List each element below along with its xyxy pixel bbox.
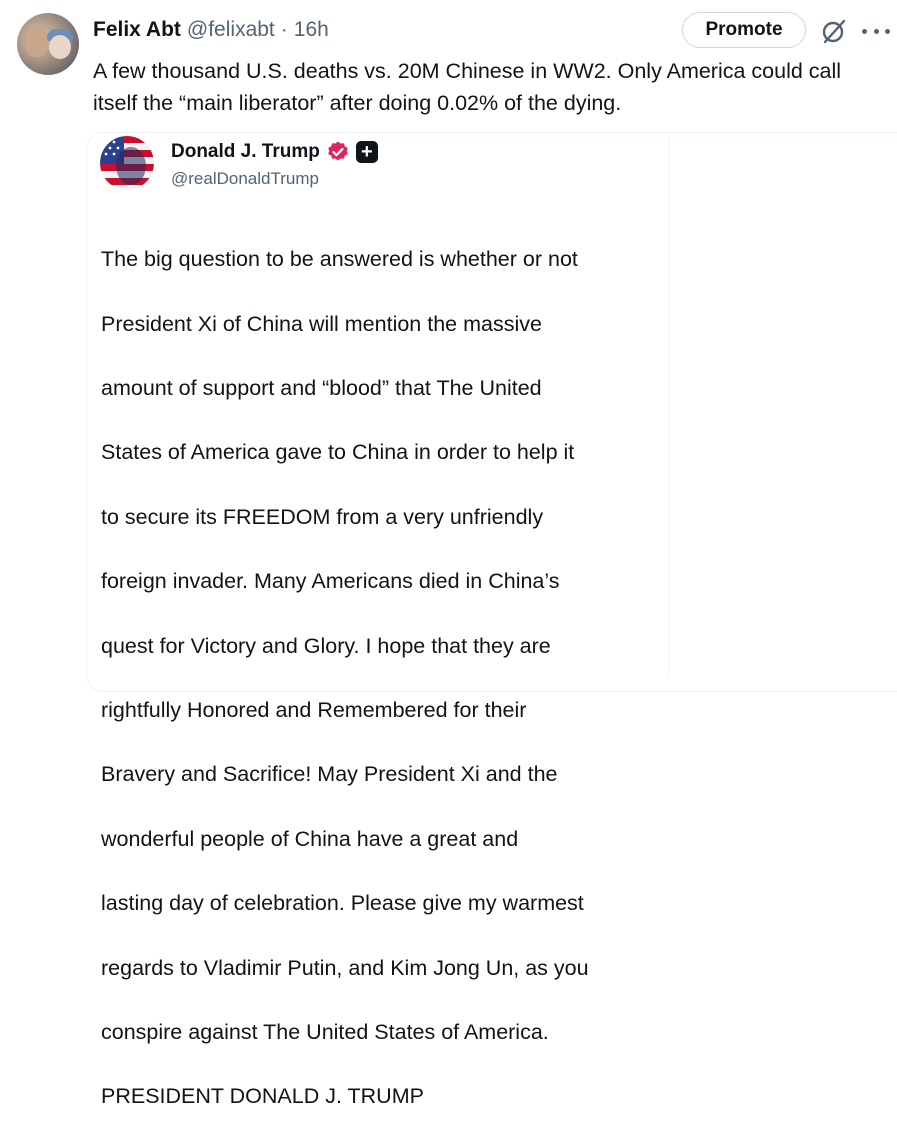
quoted-text-line: rightfully Honored and Remembered for th…	[101, 698, 527, 723]
quoted-text-line: PRESIDENT DONALD J. TRUMP	[101, 1084, 424, 1109]
quoted-author-handle: @realDonaldTrump	[171, 169, 319, 188]
author-handle[interactable]: @felixabt	[187, 18, 275, 42]
post-timestamp[interactable]: 16h	[294, 18, 329, 42]
avatar-person	[25, 27, 49, 57]
grok-icon[interactable]	[820, 17, 848, 45]
verified-badge-icon	[328, 141, 348, 161]
post-header: Felix Abt @felixabt · 16h	[93, 18, 329, 42]
author-name[interactable]: Felix Abt	[93, 18, 181, 42]
post-text: A few thousand U.S. deaths vs. 20M Chine…	[93, 59, 842, 115]
avatar-child	[49, 35, 71, 59]
separator-dot: ·	[280, 18, 288, 41]
more-dot	[862, 28, 867, 34]
quoted-text-line: States of America gave to China in order…	[101, 440, 575, 465]
quoted-text-line: Bravery and Sacrifice! May President Xi …	[101, 762, 558, 787]
quoted-author-avatar[interactable]	[100, 136, 154, 190]
quoted-text-line: regards to Vladimir Putin, and Kim Jong …	[101, 955, 589, 980]
quoted-author-name[interactable]: Donald J. Trump	[171, 141, 320, 163]
quoted-author-row: Donald J. Trump +	[171, 140, 378, 164]
quoted-text-line: amount of support and “blood” that The U…	[101, 376, 542, 401]
more-icon[interactable]	[862, 18, 890, 44]
quoted-text-line: conspire against The United States of Am…	[101, 1020, 549, 1045]
quoted-text-line: The big question to be answered is wheth…	[101, 247, 578, 272]
author-avatar[interactable]	[17, 13, 79, 75]
quoted-text-line: President Xi of China will mention the m…	[101, 311, 542, 336]
quoted-text-line: wonderful people of China have a great a…	[101, 826, 519, 851]
more-dot	[873, 28, 879, 34]
quoted-text-line: lasting day of celebration. Please give …	[101, 891, 584, 916]
quoted-text-line: foreign invader. Many Americans died in …	[101, 569, 560, 594]
more-dot	[885, 28, 890, 34]
quoted-post-text: The big question to be answered is wheth…	[101, 211, 671, 1145]
quoted-text-line: quest for Victory and Glory. I hope that…	[101, 633, 551, 658]
quoted-text-line: to secure its FREEDOM from a very unfrie…	[101, 504, 544, 529]
promote-button[interactable]: Promote	[682, 12, 806, 48]
affiliate-badge-icon: +	[355, 141, 378, 163]
